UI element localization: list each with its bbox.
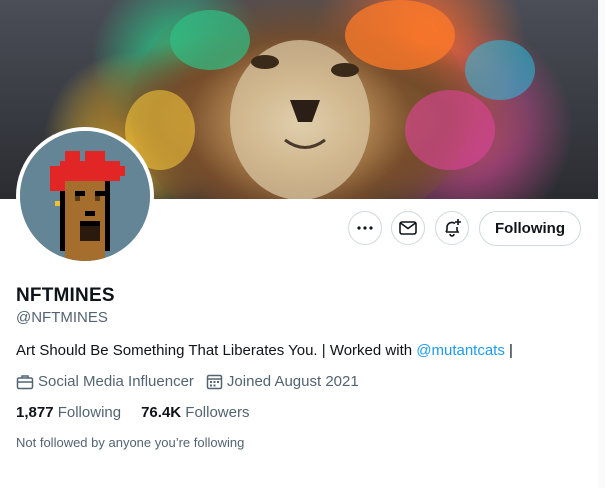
profile-meta: Social Media Influencer Joined August 20… xyxy=(16,373,371,390)
followers-count: 76.4K xyxy=(141,404,182,421)
following-stat-link[interactable]: 1,877 Following xyxy=(16,404,121,421)
mail-icon xyxy=(399,221,417,235)
notify-button[interactable] xyxy=(435,211,469,245)
joined-item: Joined August 2021 xyxy=(206,373,359,390)
category-text: Social Media Influencer xyxy=(38,373,194,390)
profile-bio: Art Should Be Something That Liberates Y… xyxy=(16,342,513,359)
profile-name: NFTMINES xyxy=(16,285,115,306)
followers-label: Followers xyxy=(185,404,250,421)
followers-stat-link[interactable]: 76.4K Followers xyxy=(141,404,249,421)
profile-stats: 1,877 Following 76.4K Followers xyxy=(16,404,269,421)
following-count: 1,877 xyxy=(16,404,54,421)
joined-text: Joined August 2021 xyxy=(226,373,359,390)
bio-suffix: | xyxy=(504,342,513,359)
scrollbar-track[interactable] xyxy=(598,0,605,488)
avatar[interactable] xyxy=(16,127,154,265)
following-label: Following xyxy=(57,404,122,421)
category-item: Social Media Influencer xyxy=(16,373,194,390)
briefcase-icon xyxy=(16,374,34,389)
bio-text: Art Should Be Something That Liberates Y… xyxy=(16,342,417,359)
followed-by-note: Not followed by anyone you’re following xyxy=(16,435,245,450)
following-button[interactable]: Following xyxy=(479,211,581,246)
message-button[interactable] xyxy=(391,211,425,245)
more-icon xyxy=(357,226,373,230)
bell-plus-icon xyxy=(445,219,461,237)
bio-mention-link[interactable]: @mutantcats xyxy=(416,342,505,359)
more-button[interactable] xyxy=(348,211,382,245)
calendar-icon xyxy=(206,374,223,390)
profile-handle: @NFTMINES xyxy=(16,309,108,326)
